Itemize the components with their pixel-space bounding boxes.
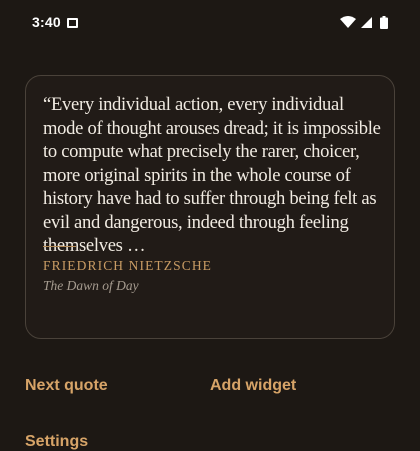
status-time: 3:40 [32, 14, 61, 30]
next-quote-button[interactable]: Next quote [25, 377, 108, 395]
battery-icon [380, 16, 388, 29]
quote-text: “Every individual action, every individu… [43, 94, 381, 256]
notification-icon [67, 18, 78, 28]
quote-card[interactable]: “Every individual action, every individu… [25, 75, 395, 339]
signal-icon [361, 17, 372, 28]
wifi-icon [340, 16, 356, 28]
status-bar: 3:40 [0, 0, 420, 30]
quote-source: The Dawn of Day [43, 278, 139, 293]
settings-button[interactable]: Settings [25, 433, 88, 451]
status-icons [340, 16, 396, 30]
quote-divider [43, 246, 76, 247]
quote-author: Friedrich Nietzsche [43, 258, 213, 273]
add-widget-button[interactable]: Add widget [210, 377, 296, 395]
